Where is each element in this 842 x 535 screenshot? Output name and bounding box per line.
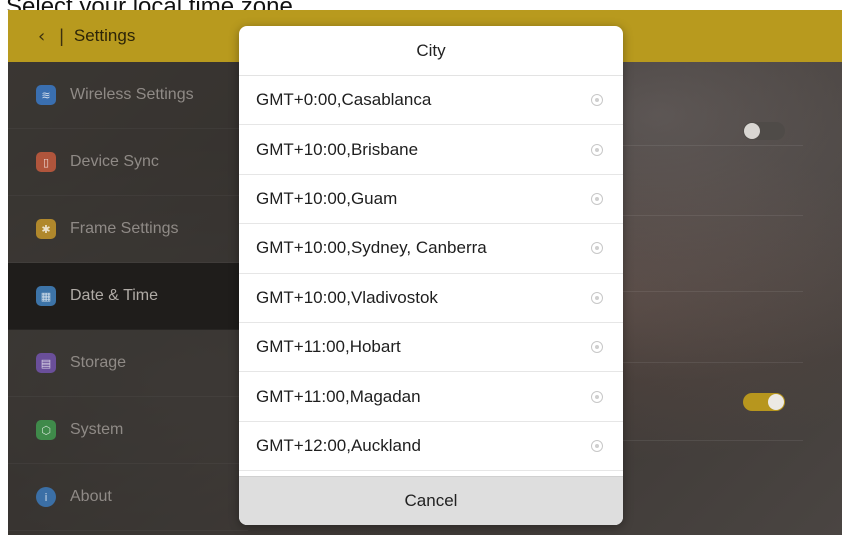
city-option[interactable]: GMT+11:00,Hobart xyxy=(239,323,623,373)
back-icon[interactable]: ‹ xyxy=(38,26,45,47)
toggle-knob xyxy=(768,394,784,410)
city-option[interactable]: GMT+10:00,Brisbane xyxy=(239,125,623,175)
sidebar-item-label: Device Sync xyxy=(70,153,159,170)
calendar-icon: ▦ xyxy=(36,286,56,306)
sidebar-item-label: Storage xyxy=(70,354,127,371)
sidebar-item-label: System xyxy=(70,421,124,438)
cancel-button[interactable]: Cancel xyxy=(239,476,623,525)
city-option-label: GMT+10:00,Vladivostok xyxy=(256,287,438,307)
sidebar-item-date-time[interactable]: ▦ Date & Time xyxy=(8,263,248,330)
city-option[interactable]: GMT+10:00,Vladivostok xyxy=(239,274,623,323)
row-divider xyxy=(608,215,803,216)
title-divider: | xyxy=(59,25,64,46)
sidebar-item-system[interactable]: ⬡ System xyxy=(8,397,248,464)
radio-icon[interactable] xyxy=(591,242,603,255)
radio-icon[interactable] xyxy=(591,143,603,156)
city-option[interactable]: GMT+0:00,Casablanca xyxy=(239,76,623,126)
dialog-title: City xyxy=(239,26,623,76)
city-option-label: GMT+10:00,Brisbane xyxy=(256,139,419,159)
frame-settings-icon: ✱ xyxy=(36,219,56,239)
settings-sidebar: ≋ Wireless Settings ▯ Device Sync ✱ Fram… xyxy=(8,62,248,535)
city-option-label: GMT+0:00,Casablanca xyxy=(256,90,432,110)
city-option-label: GMT+10:00,Guam xyxy=(256,188,398,208)
city-option[interactable]: GMT+11:00,Magadan xyxy=(239,372,623,422)
auto-time-toggle[interactable] xyxy=(743,122,785,140)
radio-icon[interactable] xyxy=(591,390,603,403)
city-option[interactable]: GMT+10:00,Sydney, Canberra xyxy=(239,224,623,274)
radio-icon[interactable] xyxy=(591,192,603,205)
sidebar-item-label: Frame Settings xyxy=(70,220,179,237)
device-icon: ▯ xyxy=(36,152,56,172)
city-option[interactable]: GMT+10:00,Guam xyxy=(239,175,623,225)
sidebar-item-storage[interactable]: ▤ Storage xyxy=(8,330,248,397)
sidebar-item-device-sync[interactable]: ▯ Device Sync xyxy=(8,129,248,196)
sidebar-item-frame-settings[interactable]: ✱ Frame Settings xyxy=(8,196,248,263)
sidebar-item-wireless-settings[interactable]: ≋ Wireless Settings xyxy=(8,62,248,129)
sidebar-item-label: Wireless Settings xyxy=(70,86,194,103)
instruction-caption: Select your local time zone. xyxy=(6,0,842,10)
wifi-icon: ≋ xyxy=(36,85,56,105)
toggle-knob xyxy=(744,123,760,139)
24-hour-toggle[interactable] xyxy=(743,393,785,411)
radio-icon[interactable] xyxy=(591,439,603,452)
city-option[interactable]: GMT+12:00,Auckland xyxy=(239,422,623,472)
sidebar-item-label: About xyxy=(70,488,112,505)
radio-icon[interactable] xyxy=(591,341,603,354)
page-title: Settings xyxy=(73,26,136,45)
city-option-label: GMT+11:00,Magadan xyxy=(256,386,421,406)
sidebar-item-label: Date & Time xyxy=(70,287,159,304)
city-option-label: GMT+11:00,Hobart xyxy=(256,337,401,357)
city-option-label: GMT+12:00,Auckland xyxy=(256,435,421,455)
row-divider xyxy=(608,291,803,292)
radio-icon[interactable] xyxy=(591,291,603,304)
storage-icon: ▤ xyxy=(36,353,56,373)
row-divider xyxy=(608,145,803,146)
city-picker-dialog: City GMT+0:00,Casablanca GMT+10:00,Brisb… xyxy=(239,26,623,525)
info-icon: i xyxy=(36,487,56,507)
row-divider xyxy=(608,440,803,441)
device-screen: ‹ | Settings ≋ Wireless Settings ▯ Devic… xyxy=(8,10,842,535)
system-icon: ⬡ xyxy=(36,420,56,440)
sidebar-item-about[interactable]: i About xyxy=(8,464,248,531)
radio-icon[interactable] xyxy=(591,94,603,107)
row-divider xyxy=(608,362,803,363)
city-option-label: GMT+10:00,Sydney, Canberra xyxy=(256,238,487,258)
